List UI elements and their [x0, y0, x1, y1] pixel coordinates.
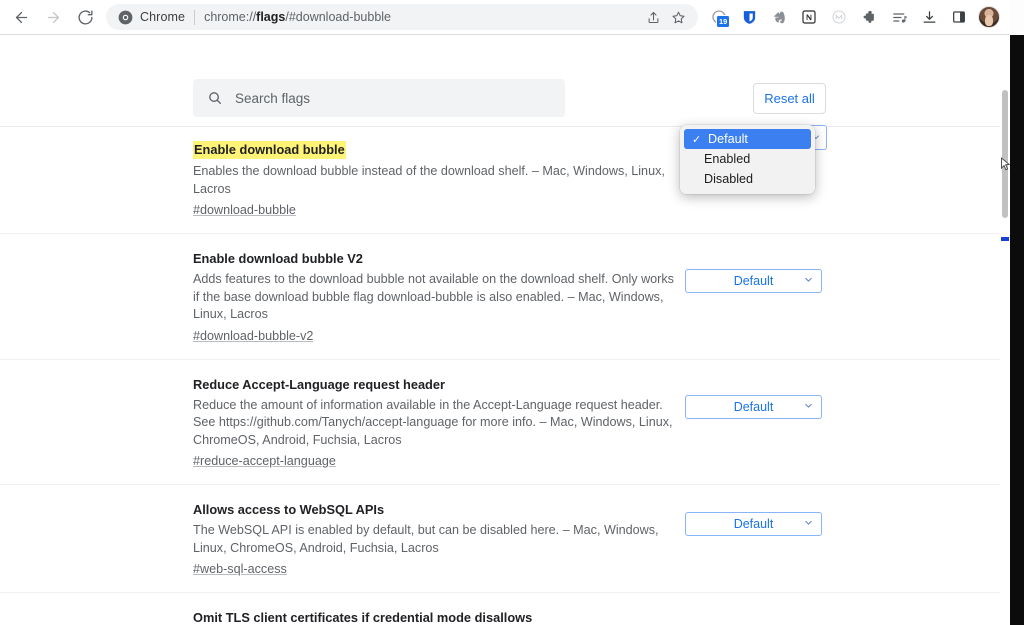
- flag-row: Enable download bubble Enables the downl…: [0, 127, 1010, 234]
- dropdown-option-label: Enabled: [704, 152, 751, 166]
- search-input[interactable]: [235, 90, 551, 106]
- chrome-flags-page: Reset all Enable download bubble Enables…: [0, 35, 1010, 625]
- checkmark-icon: ✓: [692, 133, 702, 146]
- flag-description-block: Enable download bubble Enables the downl…: [0, 141, 680, 219]
- flag-row: Allows access to WebSQL APIs The WebSQL …: [0, 485, 1010, 593]
- notion-extension-icon[interactable]: [796, 4, 822, 30]
- flag-row: Omit TLS client certificates if credenti…: [0, 593, 1010, 625]
- dropdown-option-label: Default: [708, 132, 748, 146]
- grammarly-extension-icon[interactable]: 19: [706, 4, 732, 30]
- search-icon: [207, 90, 223, 106]
- flag-id-link[interactable]: #reduce-accept-language: [193, 454, 336, 468]
- flag-id-link[interactable]: #web-sql-access: [193, 562, 287, 576]
- side-panel-icon[interactable]: [946, 4, 972, 30]
- star-icon[interactable]: [671, 10, 686, 25]
- flag-id-link[interactable]: #download-bubble: [193, 203, 296, 217]
- forward-arrow-icon: [45, 9, 62, 26]
- omnibox-brand-label: Chrome: [140, 10, 186, 24]
- flag-description-block: Omit TLS client certificates if credenti…: [0, 609, 680, 625]
- extension-toolbar: 19: [698, 4, 1024, 30]
- chevron-down-icon: [803, 272, 814, 290]
- flag-select[interactable]: Default: [685, 394, 822, 419]
- flags-list: Enable download bubble Enables the downl…: [0, 127, 1010, 625]
- window-right-edge-top: [1010, 0, 1024, 35]
- browser-window: Chrome chrome://flags/#download-bubble 1…: [0, 0, 1024, 625]
- reset-all-button[interactable]: Reset all: [753, 83, 826, 114]
- flag-select[interactable]: Default: [685, 269, 822, 293]
- flag-row: Enable download bubble V2 Adds features …: [0, 234, 1010, 360]
- flag-select-wrapper: Default: [685, 394, 822, 419]
- browser-toolbar: Chrome chrome://flags/#download-bubble 1…: [0, 0, 1021, 34]
- search-flags-box[interactable]: [193, 79, 565, 117]
- profile-photo: [978, 6, 1000, 28]
- avatar[interactable]: [976, 4, 1002, 30]
- omnibox-divider: [194, 9, 196, 25]
- flag-select-wrapper: Default: [685, 269, 822, 293]
- forward-button[interactable]: [38, 2, 68, 32]
- flag-select-value: Default: [733, 274, 774, 288]
- flag-select-value: Default: [733, 399, 774, 414]
- extensions-puzzle-icon[interactable]: [856, 4, 882, 30]
- flag-select-value: Default: [733, 517, 774, 531]
- url-suffix: /#download-bubble: [285, 10, 391, 24]
- flag-description: The WebSQL API is enabled by default, bu…: [193, 523, 659, 555]
- scrollbar-thumb[interactable]: [1002, 90, 1008, 218]
- media-playlist-icon[interactable]: [886, 4, 912, 30]
- evernote-extension-icon[interactable]: [766, 4, 792, 30]
- dropdown-option-enabled[interactable]: Enabled: [680, 149, 815, 169]
- flag-description-block: Enable download bubble V2 Adds features …: [0, 250, 680, 345]
- flag-description: Reduce the amount of information availab…: [193, 397, 673, 447]
- dropdown-option-label: Disabled: [704, 172, 754, 186]
- reload-button[interactable]: [70, 2, 100, 32]
- page-scrollbar[interactable]: [1000, 35, 1011, 625]
- dropdown-option-default[interactable]: ✓ Default: [684, 129, 811, 149]
- flag-description-block: Allows access to WebSQL APIs The WebSQL …: [0, 501, 680, 578]
- flag-description: Enables the download bubble instead of t…: [193, 164, 665, 196]
- flag-title: Enable download bubble V2: [193, 251, 363, 266]
- address-bar[interactable]: Chrome chrome://flags/#download-bubble: [106, 4, 698, 30]
- omnibox-url-text: chrome://flags/#download-bubble: [204, 10, 646, 24]
- chevron-down-icon: [803, 515, 814, 533]
- back-arrow-icon: [13, 9, 30, 26]
- extension-badge-count: 19: [716, 15, 731, 28]
- flag-title: Reduce Accept-Language request header: [193, 376, 445, 392]
- omnibox-actions: [646, 10, 686, 25]
- url-prefix: chrome://: [204, 10, 257, 24]
- dropdown-option-disabled[interactable]: Disabled: [680, 169, 815, 189]
- downloads-icon[interactable]: [916, 4, 942, 30]
- back-button[interactable]: [6, 2, 36, 32]
- flag-select-dropdown-menu[interactable]: ✓ Default Enabled Disabled: [680, 125, 815, 194]
- flag-title: Enable download bubble: [193, 141, 346, 159]
- momentum-extension-icon[interactable]: [826, 4, 852, 30]
- chrome-logo-icon: [118, 10, 133, 25]
- navigation-buttons: [0, 2, 100, 32]
- scrollbar-accent-marker: [1001, 237, 1009, 241]
- flag-select-wrapper: Default: [685, 512, 822, 536]
- share-icon[interactable]: [646, 10, 661, 25]
- flag-description-block: Reduce Accept-Language request header Re…: [0, 376, 680, 471]
- window-right-edge: [1010, 0, 1024, 625]
- flag-row: Reduce Accept-Language request header Re…: [0, 360, 1010, 485]
- bitwarden-extension-icon[interactable]: [736, 4, 762, 30]
- reload-icon: [77, 9, 94, 26]
- flag-id-link[interactable]: #download-bubble-v2: [193, 329, 313, 343]
- flag-select[interactable]: Default: [685, 512, 822, 536]
- flag-title: Allows access to WebSQL APIs: [193, 502, 385, 517]
- flag-title: Omit TLS client certificates if credenti…: [193, 610, 533, 625]
- url-host: flags: [256, 10, 286, 24]
- chevron-down-icon: [803, 398, 814, 416]
- flag-description: Adds features to the download bubble not…: [193, 272, 674, 321]
